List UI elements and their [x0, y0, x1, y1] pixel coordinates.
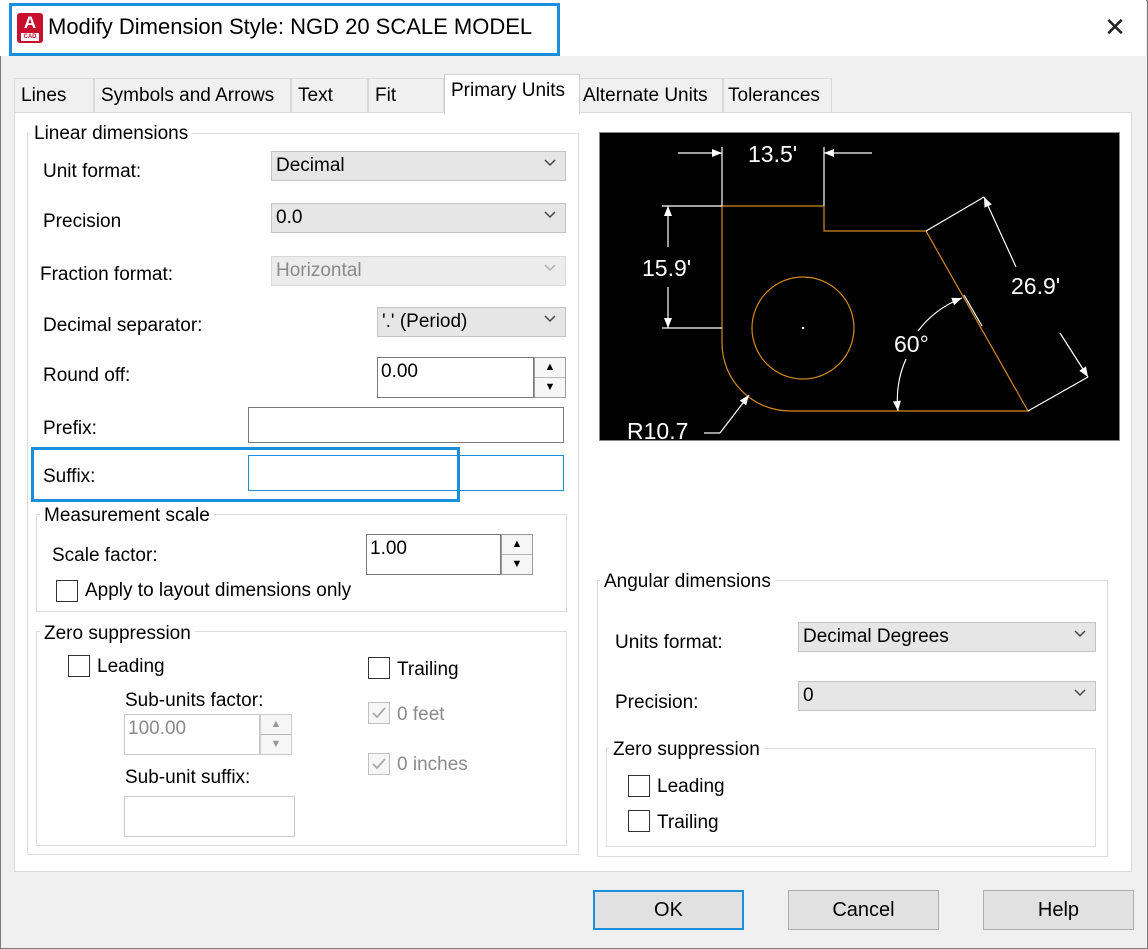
decimal-separator-label: Decimal separator: — [43, 315, 203, 336]
scale-factor-input[interactable]: 1.00 — [366, 534, 501, 575]
suffix-highlight-box — [31, 447, 460, 502]
ok-button[interactable]: OK — [593, 890, 744, 930]
zero-inches-label: 0 inches — [397, 754, 468, 775]
decimal-separator-dropdown[interactable]: '.' (Period) — [377, 307, 566, 337]
angular-trailing-checkbox[interactable] — [628, 810, 650, 832]
tab-label: Fit — [375, 85, 397, 106]
sub-units-factor-input[interactable]: 100.00 — [124, 714, 260, 755]
angular-leading-checkbox[interactable] — [628, 775, 650, 797]
tab-label: Primary Units — [451, 80, 566, 101]
sub-unit-suffix-input[interactable] — [124, 796, 295, 837]
tab-label: Symbols and Arrows — [101, 85, 275, 106]
prefix-label: Prefix: — [43, 418, 97, 439]
zero-feet-label: 0 feet — [397, 704, 445, 725]
dimension-texts: 13.5' 15.9' 26.9' 60° R10.7 — [627, 141, 1060, 444]
tab-fit[interactable]: Fit — [368, 78, 444, 112]
angular-units-format-dropdown[interactable]: Decimal Degrees — [798, 622, 1096, 652]
zero-suppression-angular-legend: Zero suppression — [609, 739, 764, 761]
tab-symbols-and-arrows[interactable]: Symbols and Arrows — [94, 78, 291, 112]
precision-value: 0.0 — [276, 207, 303, 228]
tab-label: Alternate Units — [583, 85, 708, 106]
layout-only-checkbox[interactable] — [56, 580, 78, 602]
diagonal-dimension-text: 26.9' — [1011, 273, 1060, 299]
angular-precision-dropdown[interactable]: 0 — [798, 681, 1096, 711]
decimal-separator-value: '.' (Period) — [382, 311, 468, 332]
scale-factor-spinner[interactable]: ▲ ▼ — [501, 534, 533, 575]
checkmark-icon — [372, 758, 386, 770]
precision-dropdown[interactable]: 0.0 — [271, 203, 566, 233]
angular-trailing-label: Trailing — [657, 812, 719, 833]
unit-format-value: Decimal — [276, 155, 345, 176]
fraction-format-label: Fraction format: — [40, 264, 174, 285]
unit-format-dropdown[interactable]: Decimal — [271, 151, 566, 181]
tab-label: Lines — [21, 85, 67, 106]
linear-dimensions-legend: Linear dimensions — [30, 123, 193, 145]
linear-leading-checkbox[interactable] — [68, 655, 90, 677]
precision-label: Precision — [43, 211, 122, 232]
sub-units-factor-label: Sub-units factor: — [125, 690, 264, 711]
chevron-down-icon — [1074, 689, 1086, 697]
angular-units-format-label: Units format: — [615, 632, 723, 653]
fraction-format-dropdown[interactable]: Horizontal — [271, 256, 566, 286]
tab-primary-units[interactable]: Primary Units — [444, 74, 580, 114]
spin-down-icon[interactable]: ▼ — [535, 378, 565, 398]
angular-leading-label: Leading — [657, 776, 725, 797]
preview-drawing: 13.5' 15.9' 26.9' 60° R10.7 — [627, 141, 1089, 444]
tab-text[interactable]: Text — [291, 78, 368, 112]
close-icon[interactable]: ✕ — [1098, 10, 1132, 44]
part-geometry — [721, 205, 1030, 412]
chevron-down-icon — [1074, 630, 1086, 638]
tab-tolerances[interactable]: Tolerances — [723, 78, 832, 112]
angular-units-format-value: Decimal Degrees — [803, 626, 949, 647]
tab-alternate-units[interactable]: Alternate Units — [578, 78, 723, 112]
zero-inches-checkbox[interactable] — [368, 753, 390, 775]
measurement-scale-legend: Measurement scale — [40, 505, 214, 527]
sub-units-factor-spinner[interactable]: ▲ ▼ — [260, 714, 292, 755]
tab-label: Tolerances — [728, 85, 820, 106]
linear-trailing-checkbox[interactable] — [368, 657, 390, 679]
chevron-down-icon — [544, 211, 556, 219]
spin-up-icon[interactable]: ▲ — [535, 358, 565, 378]
layout-only-label: Apply to layout dimensions only — [85, 580, 352, 601]
top-dimension-text: 13.5' — [748, 141, 797, 167]
spin-up-icon[interactable]: ▲ — [502, 535, 532, 555]
title-highlight-box — [9, 3, 560, 56]
tab-lines[interactable]: Lines — [14, 78, 94, 112]
round-off-label: Round off: — [43, 365, 131, 386]
prefix-input[interactable] — [248, 407, 564, 443]
angular-precision-value: 0 — [803, 685, 814, 706]
sub-unit-suffix-label: Sub-unit suffix: — [125, 767, 251, 788]
round-off-input[interactable]: 0.00 — [377, 357, 534, 398]
round-off-spinner[interactable]: ▲ ▼ — [534, 357, 566, 398]
zero-suppression-linear-legend: Zero suppression — [40, 623, 195, 645]
center-mark — [801, 326, 805, 330]
chevron-down-icon — [544, 315, 556, 323]
cancel-button[interactable]: Cancel — [788, 890, 939, 930]
angular-dimensions-legend: Angular dimensions — [600, 571, 775, 593]
spin-down-icon[interactable]: ▼ — [502, 555, 532, 575]
fraction-format-value: Horizontal — [276, 260, 362, 281]
radius-dimension-text: R10.7 — [627, 418, 688, 440]
left-dimension-text: 15.9' — [642, 255, 691, 281]
spin-down-icon[interactable]: ▼ — [261, 735, 291, 755]
chevron-down-icon — [544, 159, 556, 167]
linear-leading-label: Leading — [97, 656, 165, 677]
angular-precision-label: Precision: — [615, 692, 699, 713]
help-button[interactable]: Help — [983, 890, 1134, 930]
spin-up-icon[interactable]: ▲ — [261, 715, 291, 735]
linear-trailing-label: Trailing — [397, 659, 459, 680]
dimension-preview: 13.5' 15.9' 26.9' 60° R10.7 — [599, 132, 1120, 444]
scale-factor-label: Scale factor: — [52, 545, 158, 566]
angle-dimension-text: 60° — [894, 331, 929, 357]
checkmark-icon — [372, 707, 386, 719]
chevron-down-icon — [544, 264, 556, 272]
tab-label: Text — [298, 85, 333, 106]
zero-feet-checkbox[interactable] — [368, 702, 390, 724]
unit-format-label: Unit format: — [43, 161, 142, 182]
